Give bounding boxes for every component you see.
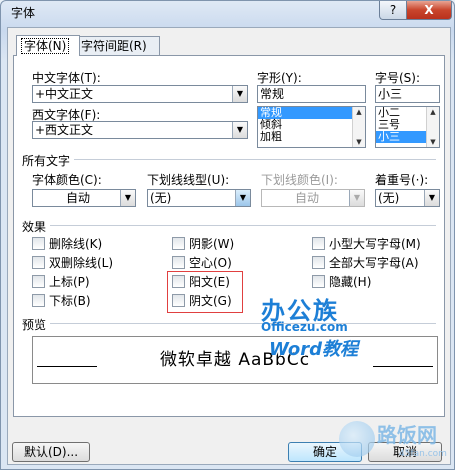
strikethrough-checkbox[interactable]: 删除线(K) [32, 237, 102, 251]
checkbox-label: 上标(P) [49, 275, 90, 289]
font-style-input[interactable]: 常规 [257, 85, 366, 103]
font-size-value: 小三 [378, 87, 403, 101]
font-dialog-window: 字体 ? X 字体(N) 字符间距(R) 中文字体(T): +中文正文 ▼ 西文… [0, 0, 455, 470]
checkbox-label: 阴影(W) [189, 237, 235, 251]
chevron-down-icon[interactable]: ▼ [120, 190, 135, 206]
divider [50, 323, 436, 324]
small-caps-checkbox[interactable]: 小型大写字母(M) [312, 237, 421, 251]
watermark-logo-icon [339, 421, 375, 457]
preview-box: 微软卓越 AaBbCc [32, 336, 438, 384]
checkbox-box[interactable] [32, 256, 45, 269]
font-size-input[interactable]: 小三 [375, 85, 440, 103]
list-item[interactable]: 加粗 [258, 131, 365, 143]
effects-section-label: 效果 [22, 220, 47, 234]
all-caps-checkbox[interactable]: 全部大写字母(A) [312, 256, 419, 270]
chevron-down-icon[interactable]: ▼ [349, 190, 364, 206]
font-style-value: 常规 [260, 87, 285, 101]
title-bar: 字体 ? X [1, 1, 455, 25]
highlight-box [167, 271, 243, 313]
font-size-label: 字号(S): [375, 71, 421, 85]
scroll-up-icon[interactable]: ▲ [427, 107, 439, 117]
watermark-corner-text: 路饭网 [377, 423, 437, 447]
checkbox-box[interactable] [32, 237, 45, 250]
checkbox-box[interactable] [312, 275, 325, 288]
underline-type-value: (无) [150, 191, 172, 205]
font-tab-panel: 中文字体(T): +中文正文 ▼ 西文字体(F): +西文正文 ▼ 字形(Y):… [13, 55, 445, 417]
font-color-value: 自动 [65, 191, 90, 205]
close-button[interactable]: X [406, 1, 452, 20]
tab-character-spacing[interactable]: 字符间距(R) [76, 36, 160, 55]
checkbox-label: 全部大写字母(A) [329, 256, 419, 270]
font-style-list[interactable]: 常规 倾斜 加粗 ▲ ▼ [257, 106, 366, 148]
scrollbar[interactable]: ▲ ▼ [426, 107, 439, 147]
chinese-font-value: +中文正文 [35, 87, 94, 101]
font-style-label: 字形(Y): [257, 71, 302, 85]
tab-font-label: 字体(N) [21, 38, 70, 54]
checkbox-box[interactable] [172, 237, 185, 250]
shadow-checkbox[interactable]: 阴影(W) [172, 237, 234, 251]
scrollbar[interactable]: ▲ ▼ [352, 107, 365, 147]
hidden-checkbox[interactable]: 隐藏(H) [312, 275, 371, 289]
dialog-client-area: 字体(N) 字符间距(R) 中文字体(T): +中文正文 ▼ 西文字体(F): … [7, 27, 451, 465]
superscript-checkbox[interactable]: 上标(P) [32, 275, 90, 289]
watermark-site-text: Officezu.com [261, 320, 348, 334]
divider [50, 225, 436, 226]
underline-color-dropdown[interactable]: 自动 ▼ [261, 189, 365, 207]
help-button[interactable]: ? [379, 1, 407, 20]
font-color-dropdown[interactable]: 自动 ▼ [32, 189, 136, 207]
chevron-down-icon[interactable]: ▼ [424, 190, 439, 206]
chinese-font-label: 中文字体(T): [32, 71, 101, 85]
watermark-tutorial-text: Word教程 [269, 339, 358, 360]
checkbox-label: 下标(B) [49, 294, 91, 308]
chevron-down-icon[interactable]: ▼ [232, 122, 247, 138]
checkbox-box[interactable] [172, 256, 185, 269]
window-title: 字体 [11, 6, 36, 20]
subscript-checkbox[interactable]: 下标(B) [32, 294, 91, 308]
checkbox-box[interactable] [312, 237, 325, 250]
emphasis-mark-label: 着重号(·): [375, 173, 429, 187]
chevron-down-icon[interactable]: ▼ [235, 190, 250, 206]
checkbox-label: 隐藏(H) [329, 275, 372, 289]
western-font-dropdown[interactable]: +西文正文 ▼ [32, 121, 248, 139]
preview-section-label: 预览 [22, 318, 47, 332]
font-size-list[interactable]: 小二 三号 小三 ▲ ▼ [375, 106, 440, 148]
checkbox-label: 双删除线(L) [49, 256, 114, 270]
scroll-down-icon[interactable]: ▼ [427, 137, 439, 147]
chinese-font-dropdown[interactable]: +中文正文 ▼ [32, 85, 248, 103]
checkbox-label: 删除线(K) [49, 237, 103, 251]
scroll-down-icon[interactable]: ▼ [353, 137, 365, 147]
underline-type-dropdown[interactable]: (无) ▼ [147, 189, 251, 207]
outline-checkbox[interactable]: 空心(O) [172, 256, 232, 270]
emphasis-mark-value: (无) [378, 191, 400, 205]
font-color-label: 字体颜色(C): [32, 173, 102, 187]
checkbox-label: 小型大写字母(M) [329, 237, 421, 251]
emphasis-mark-dropdown[interactable]: (无) ▼ [375, 189, 440, 207]
checkbox-label: 空心(O) [189, 256, 232, 270]
checkbox-box[interactable] [312, 256, 325, 269]
default-button[interactable]: 默认(D)... [12, 442, 90, 462]
divider [74, 159, 436, 160]
tab-font[interactable]: 字体(N) [16, 35, 80, 56]
western-font-value: +西文正文 [35, 123, 94, 137]
double-strikethrough-checkbox[interactable]: 双删除线(L) [32, 256, 113, 270]
underline-color-value: 自动 [294, 191, 319, 205]
underline-color-label: 下划线颜色(I): [261, 173, 338, 187]
preview-sample-text: 微软卓越 AaBbCc [159, 350, 311, 370]
watermark-corner-site: 45fan.com [399, 449, 447, 459]
chevron-down-icon[interactable]: ▼ [232, 86, 247, 102]
scroll-up-icon[interactable]: ▲ [353, 107, 365, 117]
checkbox-box[interactable] [32, 275, 45, 288]
checkbox-box[interactable] [32, 294, 45, 307]
underline-type-label: 下划线线型(U): [147, 173, 230, 187]
all-text-section-label: 所有文字 [22, 154, 71, 168]
